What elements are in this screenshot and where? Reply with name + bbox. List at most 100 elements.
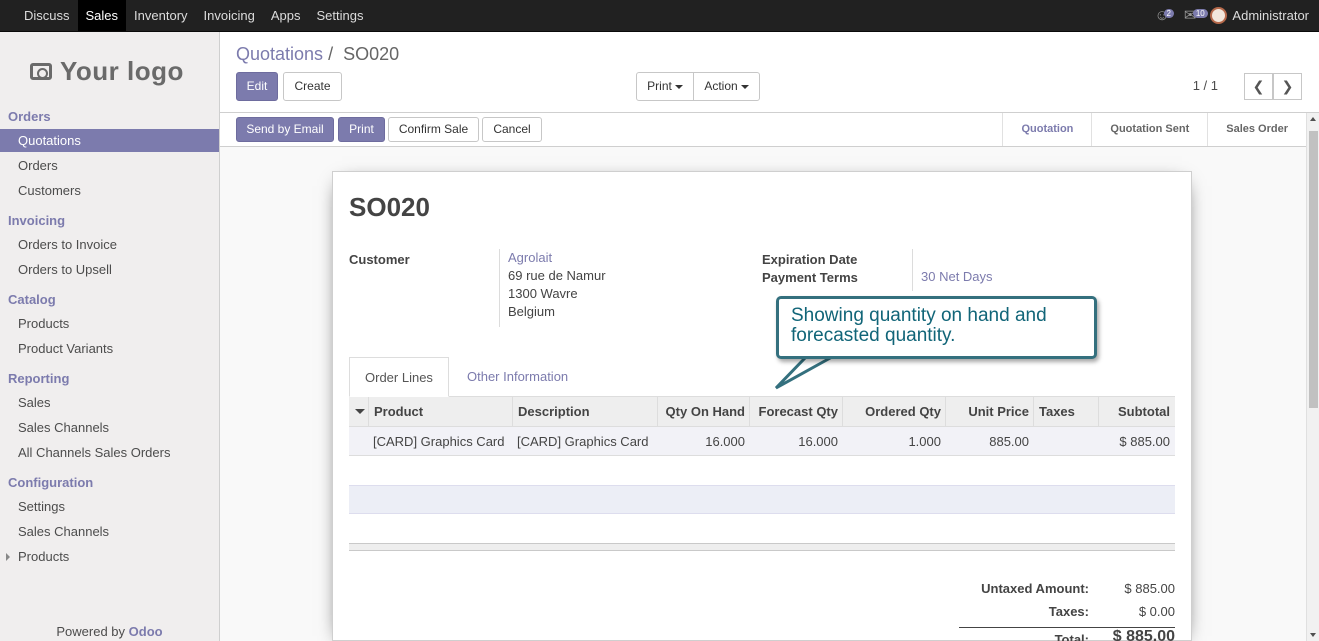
order-lines-header: Product Description Qty On Hand Forecast… bbox=[349, 397, 1175, 427]
systray: ☺ 2 ✉ 10 Administrator bbox=[1155, 0, 1309, 31]
column-description[interactable]: Description bbox=[512, 397, 658, 427]
sidebar-item-sales[interactable]: Sales bbox=[0, 391, 219, 414]
menu-inventory[interactable]: Inventory bbox=[126, 0, 195, 31]
company-logo: Your logo bbox=[30, 52, 200, 90]
breadcrumb: Quotations / SO020 bbox=[236, 44, 399, 65]
breadcrumb-current: SO020 bbox=[343, 44, 400, 64]
messages-badge: 10 bbox=[1192, 9, 1208, 18]
cell-taxes bbox=[1033, 427, 1099, 456]
chat-icon[interactable]: ☺ 2 bbox=[1155, 0, 1174, 31]
breadcrumb-quotations[interactable]: Quotations bbox=[236, 44, 323, 64]
divider bbox=[912, 249, 913, 291]
table-footer bbox=[349, 543, 1175, 551]
status-sales-order: Sales Order bbox=[1207, 113, 1306, 146]
untaxed-amount-value: $ 885.00 bbox=[1124, 581, 1175, 596]
column-unit-price[interactable]: Unit Price bbox=[945, 397, 1034, 427]
address-line: 1300 Wavre bbox=[508, 286, 578, 301]
powered-by-text: Powered by bbox=[56, 624, 126, 639]
print-dropdown[interactable]: Print bbox=[636, 72, 694, 101]
expiration-date-label: Expiration Date bbox=[762, 252, 858, 267]
column-forecast-qty[interactable]: Forecast Qty bbox=[749, 397, 843, 427]
sidebar-item-all-channels-sales-orders[interactable]: All Channels Sales Orders bbox=[0, 441, 219, 464]
divider bbox=[499, 249, 500, 327]
action-dropdown[interactable]: Action bbox=[693, 72, 760, 101]
cancel-button[interactable]: Cancel bbox=[482, 117, 542, 142]
section-invoicing: Invoicing bbox=[8, 213, 66, 228]
scrollbar[interactable] bbox=[1306, 113, 1319, 641]
sidebar-item-customers[interactable]: Customers bbox=[0, 179, 219, 202]
menu-sales[interactable]: Sales bbox=[77, 0, 127, 31]
sidebar-item-orders-to-invoice[interactable]: Orders to Invoice bbox=[0, 233, 219, 256]
powered-by: Powered by Odoo bbox=[0, 624, 219, 639]
messages-icon[interactable]: ✉ 10 bbox=[1184, 0, 1208, 31]
sidebar-item-config-products[interactable]: Products bbox=[0, 545, 219, 568]
cell-unit-price: 885.00 bbox=[989, 434, 1029, 449]
tab-order-lines[interactable]: Order Lines bbox=[349, 357, 449, 397]
app-menu: Discuss Sales Inventory Invoicing Apps S… bbox=[16, 0, 371, 31]
column-qty-on-hand[interactable]: Qty On Hand bbox=[657, 397, 750, 427]
print-button[interactable]: Print bbox=[338, 117, 385, 142]
cell-product: [CARD] Graphics Card bbox=[373, 434, 505, 449]
sidebar: Your logo Orders Quotations Orders Custo… bbox=[0, 32, 220, 641]
column-product[interactable]: Product bbox=[368, 397, 513, 427]
form-sheet: SO020 Customer Agrolait 69 rue de Namur … bbox=[332, 171, 1192, 641]
odoo-link[interactable]: Odoo bbox=[129, 624, 163, 639]
column-subtotal[interactable]: Subtotal bbox=[1098, 397, 1175, 427]
customer-link[interactable]: Agrolait bbox=[508, 249, 606, 267]
tab-other-information[interactable]: Other Information bbox=[452, 357, 583, 397]
status-quotation: Quotation bbox=[1002, 113, 1091, 146]
caret-down-icon bbox=[740, 84, 749, 89]
scroll-down-icon[interactable] bbox=[1310, 633, 1316, 637]
scrollbar-thumb[interactable] bbox=[1309, 131, 1318, 408]
section-reporting: Reporting bbox=[8, 371, 70, 386]
status-quotation-sent: Quotation Sent bbox=[1091, 113, 1207, 146]
edit-button[interactable]: Edit bbox=[236, 72, 278, 101]
sidebar-item-product-variants[interactable]: Product Variants bbox=[0, 337, 219, 360]
pager-previous-button[interactable]: ❮ bbox=[1244, 73, 1273, 100]
sort-caret-icon[interactable] bbox=[355, 409, 365, 414]
cell-ordered-qty: 1.000 bbox=[908, 434, 941, 449]
sidebar-item-orders[interactable]: Orders bbox=[0, 154, 219, 177]
menu-invoicing[interactable]: Invoicing bbox=[196, 0, 263, 31]
cell-description: [CARD] Graphics Card bbox=[517, 434, 649, 449]
column-taxes[interactable]: Taxes bbox=[1033, 397, 1099, 427]
user-name: Administrator bbox=[1232, 8, 1309, 23]
user-menu[interactable]: Administrator bbox=[1210, 7, 1309, 24]
camera-icon bbox=[30, 62, 52, 80]
payment-terms-label: Payment Terms bbox=[762, 270, 858, 285]
send-by-email-button[interactable]: Send by Email bbox=[236, 117, 334, 142]
pager-value[interactable]: 1 / 1 bbox=[1193, 78, 1218, 93]
chat-badge: 2 bbox=[1163, 9, 1174, 18]
sidebar-item-settings[interactable]: Settings bbox=[0, 495, 219, 518]
create-button[interactable]: Create bbox=[283, 72, 342, 101]
customer-label: Customer bbox=[349, 252, 410, 267]
cell-subtotal: $ 885.00 bbox=[1119, 434, 1170, 449]
sidebar-item-config-sales-channels[interactable]: Sales Channels bbox=[0, 520, 219, 543]
menu-settings[interactable]: Settings bbox=[308, 0, 371, 31]
sidebar-item-sales-channels[interactable]: Sales Channels bbox=[0, 416, 219, 439]
payment-terms-value[interactable]: 30 Net Days bbox=[921, 268, 993, 286]
pager-next-button[interactable]: ❯ bbox=[1273, 73, 1302, 100]
column-ordered-qty[interactable]: Ordered Qty bbox=[842, 397, 946, 427]
menu-apps[interactable]: Apps bbox=[263, 0, 309, 31]
taxes-label: Taxes: bbox=[1048, 604, 1089, 619]
page-title: SO020 bbox=[349, 192, 430, 222]
scroll-up-icon[interactable] bbox=[1310, 117, 1316, 121]
chevron-left-icon: ❮ bbox=[1252, 78, 1265, 94]
menu-discuss[interactable]: Discuss bbox=[16, 0, 78, 31]
callout-text: Showing quantity on hand and forecasted … bbox=[791, 305, 1047, 346]
section-configuration: Configuration bbox=[8, 475, 94, 490]
sidebar-item-quotations[interactable]: Quotations bbox=[0, 129, 219, 152]
sidebar-item-orders-to-upsell[interactable]: Orders to Upsell bbox=[0, 258, 219, 281]
confirm-sale-button[interactable]: Confirm Sale bbox=[388, 117, 479, 142]
sidebar-item-label: Products bbox=[18, 549, 70, 564]
notebook-tabs: Order Lines Other Information bbox=[349, 357, 1175, 397]
section-orders: Orders bbox=[8, 109, 51, 124]
total-value: $ 885.00 bbox=[1112, 628, 1175, 641]
table-row[interactable]: [CARD] Graphics Card [CARD] Graphics Car… bbox=[349, 427, 1175, 456]
cell-forecast-qty: 16.000 bbox=[798, 434, 838, 449]
callout-tail bbox=[774, 355, 838, 390]
total-label: Total: bbox=[1054, 632, 1089, 641]
sidebar-item-products[interactable]: Products bbox=[0, 312, 219, 335]
taxes-value: $ 0.00 bbox=[1138, 604, 1175, 619]
